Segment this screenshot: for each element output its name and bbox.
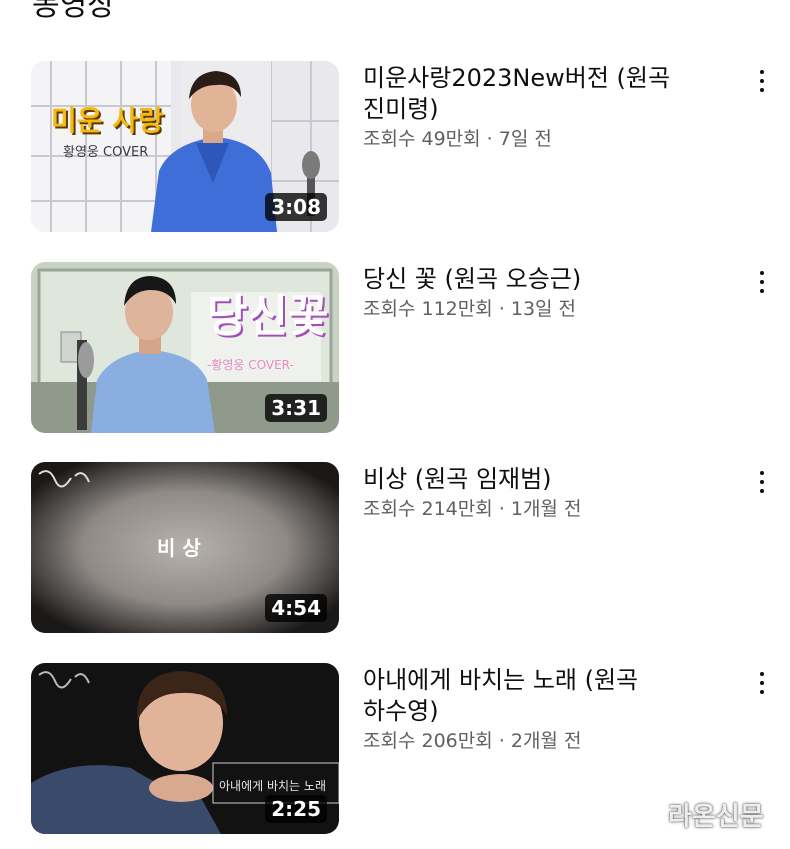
separator: · xyxy=(498,730,505,752)
upload-age: 1개월 전 xyxy=(510,498,582,520)
duration-badge: 2:25 xyxy=(265,795,327,823)
video-stats: 조회수 206만회 · 2개월 전 xyxy=(363,727,713,755)
thumbnail-title: 비 상 xyxy=(157,536,201,560)
video-meta: 미운사랑2023New버전 (원곡 진미령) 조회수 49만회 · 7일 전 xyxy=(363,63,713,153)
thumbnail-title: 아내에게 바치는 노래 xyxy=(219,779,326,793)
upload-age: 13일 전 xyxy=(510,298,577,320)
watermark-logo-icon xyxy=(638,802,662,827)
view-count: 조회수 49만회 xyxy=(363,128,481,150)
thumbnail-title: 미운 사랑 xyxy=(51,104,164,137)
separator: · xyxy=(498,298,505,320)
thumbnail-subtitle: -황영웅 COVER- xyxy=(207,358,294,372)
video-meta: 당신 꽃 (원곡 오승근) 조회수 112만회 · 13일 전 xyxy=(363,264,713,323)
video-title[interactable]: 미운사랑2023New버전 (원곡 진미령) xyxy=(363,63,713,125)
view-count: 조회수 112만회 xyxy=(363,298,493,320)
video-thumbnail[interactable]: 미운 사랑 황영웅 COVER 3:08 xyxy=(31,61,339,232)
separator: · xyxy=(486,128,493,150)
video-stats: 조회수 112만회 · 13일 전 xyxy=(363,295,713,323)
thumbnail-title: 당신꽃 xyxy=(207,291,329,342)
upload-age: 2개월 전 xyxy=(510,730,582,752)
video-stats: 조회수 214만회 · 1개월 전 xyxy=(363,495,713,523)
more-vert-icon[interactable] xyxy=(748,667,776,699)
section-title: 동영상 xyxy=(32,0,115,23)
video-stats: 조회수 49만회 · 7일 전 xyxy=(363,125,713,153)
watermark: 라온신문 xyxy=(634,796,764,833)
video-title[interactable]: 당신 꽃 (원곡 오승근) xyxy=(363,264,713,295)
video-item[interactable]: 미운 사랑 황영웅 COVER 3:08 미운사랑2023New버전 (원곡 진… xyxy=(0,61,790,233)
video-meta: 비상 (원곡 임재범) 조회수 214만회 · 1개월 전 xyxy=(363,464,713,523)
video-item[interactable]: 비 상 4:54 비상 (원곡 임재범) 조회수 214만회 · 1개월 전 xyxy=(0,462,790,634)
separator: · xyxy=(498,498,505,520)
thumbnail-subtitle: 황영웅 COVER xyxy=(63,145,149,160)
duration-badge: 3:08 xyxy=(265,193,327,221)
more-vert-icon[interactable] xyxy=(748,466,776,498)
more-vert-icon[interactable] xyxy=(748,65,776,97)
duration-badge: 3:31 xyxy=(265,394,327,422)
video-title[interactable]: 아내에게 바치는 노래 (원곡 하수영) xyxy=(363,665,713,727)
watermark-text: 라온신문 xyxy=(668,802,764,832)
video-meta: 아내에게 바치는 노래 (원곡 하수영) 조회수 206만회 · 2개월 전 xyxy=(363,665,713,755)
video-thumbnail[interactable]: 아내에게 바치는 노래 2:25 xyxy=(31,663,339,834)
view-count: 조회수 214만회 xyxy=(363,498,493,520)
more-vert-icon[interactable] xyxy=(748,266,776,298)
video-title[interactable]: 비상 (원곡 임재범) xyxy=(363,464,713,495)
video-thumbnail[interactable]: 비 상 4:54 xyxy=(31,462,339,633)
upload-age: 7일 전 xyxy=(498,128,552,150)
video-item[interactable]: 당신꽃 -황영웅 COVER- 3:31 당신 꽃 (원곡 오승근) 조회수 1… xyxy=(0,262,790,434)
view-count: 조회수 206만회 xyxy=(363,730,493,752)
video-thumbnail[interactable]: 당신꽃 -황영웅 COVER- 3:31 xyxy=(31,262,339,433)
duration-badge: 4:54 xyxy=(265,594,327,622)
